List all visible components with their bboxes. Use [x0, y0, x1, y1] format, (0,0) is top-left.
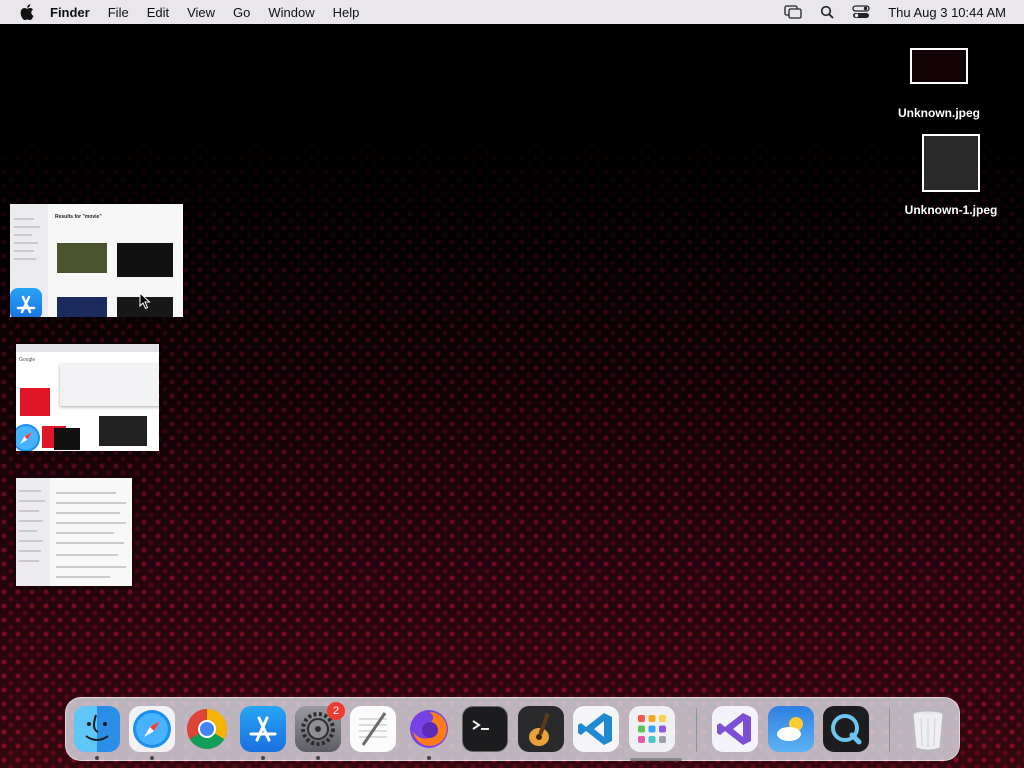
- textedit-icon: [359, 712, 387, 746]
- dock-finder[interactable]: [74, 706, 120, 752]
- red-content-block: [20, 388, 50, 416]
- menu-go[interactable]: Go: [233, 5, 250, 20]
- desktop-file-unknown-1-jpeg[interactable]: Unknown-1.jpeg: [895, 134, 1007, 217]
- dock-firefox[interactable]: [406, 706, 452, 752]
- sidebar-row: [14, 234, 32, 236]
- menu-window[interactable]: Window: [268, 5, 314, 20]
- settings-row: [56, 542, 124, 544]
- settings-row: [56, 522, 126, 524]
- dock: 2: [65, 697, 960, 761]
- running-indicator: [316, 756, 320, 760]
- dock-quicktime[interactable]: [823, 706, 869, 752]
- image-file-thumbnail: [922, 134, 980, 192]
- vscode-icon: [578, 713, 612, 745]
- trash-icon: [912, 710, 944, 751]
- sidebar-row: [14, 250, 34, 252]
- sidebar-row: [14, 242, 38, 244]
- dock-trash[interactable]: [905, 706, 951, 752]
- sidebar-row: [19, 560, 39, 562]
- launchpad-icon: [638, 715, 666, 743]
- notification-badge: 2: [327, 702, 345, 720]
- menu-file[interactable]: File: [108, 5, 129, 20]
- sidebar-row: [19, 520, 43, 522]
- settings-row: [56, 512, 120, 514]
- dock-launchpad[interactable]: [629, 706, 675, 752]
- settings-row: [56, 576, 110, 578]
- settings-row: [56, 492, 116, 494]
- sidebar-row: [14, 258, 36, 260]
- dock-app-store[interactable]: [240, 706, 286, 752]
- running-indicator: [261, 756, 265, 760]
- image-file-thumbnail: [910, 48, 968, 84]
- dock-weather[interactable]: [768, 706, 814, 752]
- menu-bar: Finder File Edit View Go Window Help Thu…: [0, 0, 1024, 24]
- mouse-cursor-icon: [139, 292, 151, 310]
- chrome-icon: [187, 709, 227, 749]
- desktop-file-unknown-jpeg[interactable]: Unknown.jpeg: [890, 48, 988, 120]
- dark-content-block: [99, 416, 147, 446]
- dock-system-settings[interactable]: 2: [295, 702, 345, 752]
- sidebar-row: [19, 540, 43, 542]
- status-area: Thu Aug 3 10:44 AM: [766, 5, 1006, 20]
- app-store-results-title: Results for "movie": [55, 214, 102, 220]
- sidebar-row: [14, 226, 40, 228]
- window-sidebar: [16, 478, 50, 586]
- sidebar-row: [19, 510, 39, 512]
- app-store-window-thumbnail[interactable]: Results for "movie": [10, 204, 183, 317]
- browser-toolbar: [16, 344, 159, 352]
- settings-row: [56, 502, 126, 504]
- safari-icon: [16, 422, 42, 451]
- settings-row: [56, 554, 118, 556]
- running-indicator: [427, 756, 431, 760]
- sidebar-row: [19, 550, 41, 552]
- finder-icon: [85, 714, 109, 741]
- dock-chrome[interactable]: [184, 706, 230, 752]
- dock-garageband[interactable]: [518, 706, 564, 752]
- terminal-icon: [472, 720, 489, 730]
- menu-app-name[interactable]: Finder: [50, 5, 90, 20]
- result-thumbnail: [117, 243, 173, 277]
- dock-vscode[interactable]: [573, 706, 619, 752]
- weather-icon: [777, 717, 803, 741]
- sidebar-row: [19, 530, 37, 532]
- safari-icon: [133, 710, 171, 748]
- dock-visual-studio[interactable]: [712, 706, 758, 752]
- sidebar-row: [19, 500, 45, 502]
- app-store-icon: [10, 288, 42, 317]
- visual-studio-icon: [717, 713, 751, 745]
- spotlight-search-icon[interactable]: [820, 5, 834, 19]
- sidebar-row: [14, 218, 34, 220]
- running-indicator: [150, 756, 154, 760]
- garageband-icon: [529, 712, 550, 746]
- screen-mirroring-icon[interactable]: [784, 5, 802, 19]
- desktop-file-label: Unknown.jpeg: [898, 106, 980, 120]
- running-indicator: [95, 756, 99, 760]
- app-store-icon: [249, 716, 277, 742]
- result-thumbnail: [57, 243, 107, 273]
- settings-row: [56, 566, 126, 568]
- control-center-icon[interactable]: [852, 5, 870, 19]
- dock-safari[interactable]: [129, 706, 175, 752]
- menu-bar-clock[interactable]: Thu Aug 3 10:44 AM: [888, 5, 1006, 20]
- dock-terminal[interactable]: [462, 706, 508, 752]
- settings-row: [56, 532, 114, 534]
- sidebar-row: [19, 490, 41, 492]
- firefox-icon: [410, 710, 448, 748]
- menu-view[interactable]: View: [187, 5, 215, 20]
- dock-textedit[interactable]: [350, 706, 396, 752]
- apple-menu-icon[interactable]: [18, 3, 36, 21]
- safari-page-label: Google: [19, 357, 36, 363]
- settings-window-thumbnail[interactable]: [16, 478, 132, 586]
- dialog-box: [60, 364, 159, 406]
- menu-help[interactable]: Help: [333, 5, 360, 20]
- result-thumbnail: [57, 297, 107, 317]
- dock-separator: [696, 708, 697, 752]
- dock-resize-handle[interactable]: [630, 758, 682, 761]
- dock-separator: [889, 708, 890, 752]
- safari-window-thumbnail[interactable]: Google: [16, 344, 159, 451]
- menu-edit[interactable]: Edit: [147, 5, 169, 20]
- quicktime-icon: [831, 714, 862, 745]
- dark-content-block: [54, 428, 80, 450]
- desktop-file-label: Unknown-1.jpeg: [904, 203, 998, 217]
